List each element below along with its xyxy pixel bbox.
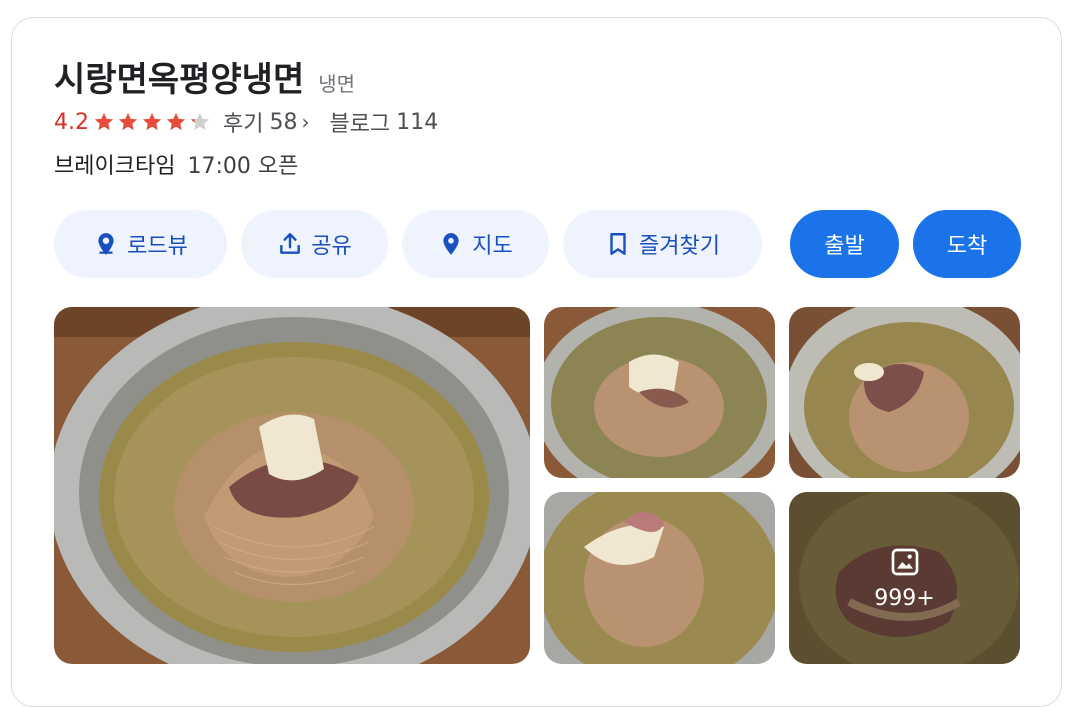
hours-row: 브레이크타임 17:00 오픈 <box>54 148 298 180</box>
photo-3[interactable] <box>789 307 1020 478</box>
naengmyeon-photo <box>789 307 1020 478</box>
map-label: 지도 <box>472 234 513 259</box>
map-pin-icon <box>443 233 459 255</box>
chevron-right-icon: › <box>301 110 310 134</box>
blog-count: 114 <box>396 109 439 135</box>
photo-4[interactable] <box>544 492 775 664</box>
map-button[interactable]: 지도 <box>402 210 549 278</box>
share-icon <box>280 233 301 254</box>
rating-row: 4.2 후기 58 › 블로그 114 <box>54 106 438 138</box>
depart-button[interactable]: 출발 <box>790 210 899 278</box>
hours-value: 17:00 오픈 <box>187 154 299 179</box>
reviews-link[interactable]: 후기 58 › <box>223 106 309 138</box>
naengmyeon-photo <box>54 307 530 664</box>
photo-gallery-icon <box>891 548 918 575</box>
bookmark-icon <box>610 233 626 255</box>
naengmyeon-photo <box>544 492 775 664</box>
photo-2[interactable] <box>544 307 775 478</box>
title-row: 시랑면옥평양냉면 냉면 <box>54 52 355 101</box>
place-category: 냉면 <box>318 72 356 96</box>
star-icon <box>166 112 186 131</box>
star-icon <box>190 112 210 131</box>
share-button[interactable]: 공유 <box>241 210 388 278</box>
place-title[interactable]: 시랑면옥평양냉면 <box>54 52 304 101</box>
arrive-label: 도착 <box>946 234 988 259</box>
star-icon <box>94 112 114 131</box>
blog-label: 블로그 <box>329 112 391 137</box>
bookmark-label: 즐겨찾기 <box>639 234 720 259</box>
depart-label: 출발 <box>824 234 865 259</box>
blog-link[interactable]: 블로그 114 <box>329 106 438 138</box>
more-photos-count: 999+ <box>874 585 935 611</box>
roadview-button[interactable]: 로드뷰 <box>54 210 227 278</box>
photo-more[interactable]: 999+ <box>789 492 1020 664</box>
share-label: 공유 <box>311 234 352 259</box>
photo-main[interactable] <box>54 307 530 664</box>
hours-label: 브레이크타임 <box>54 154 176 179</box>
reviews-count: 58 <box>269 109 298 135</box>
rating-stars <box>93 111 213 133</box>
rating-value: 4.2 <box>54 109 89 135</box>
reviews-label: 후기 <box>223 112 264 137</box>
bookmark-button[interactable]: 즐겨찾기 <box>563 210 762 278</box>
roadview-pin-icon <box>98 233 114 255</box>
arrive-button[interactable]: 도착 <box>913 210 1021 278</box>
roadview-label: 로드뷰 <box>127 234 188 259</box>
star-icon <box>118 112 138 131</box>
star-icon <box>142 112 162 131</box>
action-buttons: 로드뷰 공유 지도 즐겨찾기 출발 도착 <box>54 210 1035 278</box>
more-photos-overlay: 999+ <box>789 492 1020 664</box>
naengmyeon-photo <box>544 307 775 478</box>
